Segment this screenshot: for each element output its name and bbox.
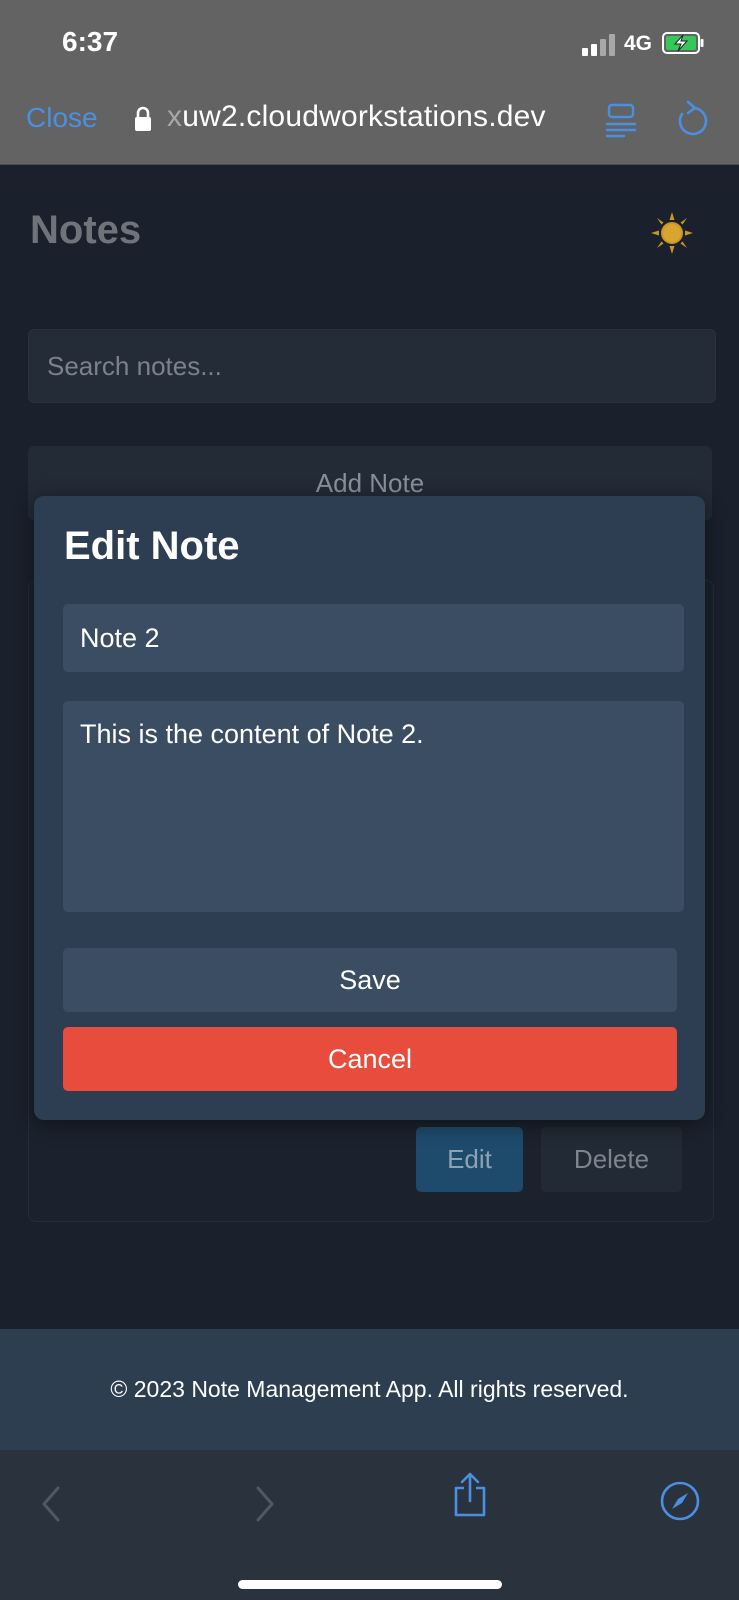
footer: © 2023 Note Management App. All rights r…: [0, 1329, 739, 1450]
share-icon[interactable]: [452, 1472, 488, 1518]
close-button[interactable]: Close: [26, 102, 98, 134]
sun-icon[interactable]: [651, 212, 693, 254]
network-type: 4G: [624, 32, 653, 55]
status-bar: 6:37 4G: [0, 0, 739, 80]
home-indicator[interactable]: [238, 1580, 502, 1589]
compass-icon[interactable]: [659, 1480, 701, 1522]
save-button[interactable]: Save: [63, 948, 677, 1012]
url-prefix: x: [167, 100, 183, 133]
back-icon[interactable]: [40, 1486, 62, 1522]
url-domain: uw2.cloudworkstations.dev: [182, 100, 546, 133]
search-input[interactable]: [28, 329, 716, 403]
page-title: Notes: [30, 208, 142, 252]
lock-icon: [135, 106, 151, 131]
battery-charging-icon: [662, 32, 704, 54]
delete-button[interactable]: Delete: [541, 1127, 682, 1192]
modal-title: Edit Note: [64, 524, 240, 568]
reload-icon[interactable]: [674, 100, 708, 138]
forward-icon[interactable]: [254, 1486, 276, 1522]
browser-toolbar: [0, 1450, 739, 1600]
edit-note-modal: Edit Note Note 2 This is the content of …: [34, 496, 705, 1120]
cancel-button[interactable]: Cancel: [63, 1027, 677, 1091]
edit-button[interactable]: Edit: [416, 1127, 523, 1192]
reader-view-icon[interactable]: [604, 102, 638, 138]
signal-icon: [582, 34, 618, 56]
footer-copyright: © 2023 Note Management App. All rights r…: [110, 1376, 629, 1402]
status-time: 6:37: [62, 26, 119, 57]
note-content-textarea[interactable]: This is the content of Note 2.: [63, 701, 684, 912]
address-bar[interactable]: xuw2.cloudworkstations.dev: [167, 100, 546, 134]
note-title-input[interactable]: Note 2: [63, 604, 684, 672]
browser-bar: Close xuw2.cloudworkstations.dev: [0, 80, 739, 165]
